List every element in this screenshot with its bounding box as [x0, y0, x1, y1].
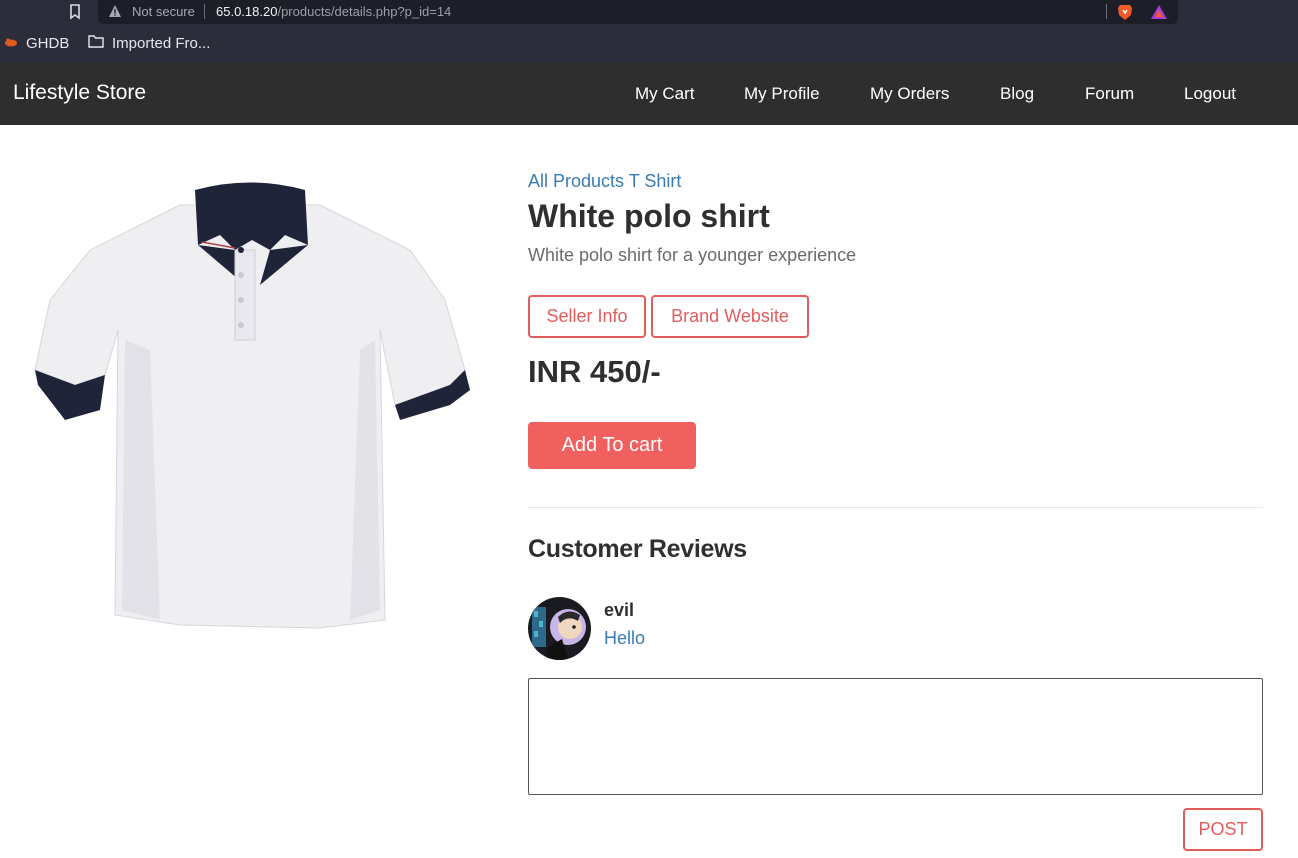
bookmark-ghdb[interactable]: GHDB	[4, 34, 69, 52]
nav-forum[interactable]: Forum	[1085, 84, 1134, 104]
product-image	[30, 180, 475, 640]
reviews-heading: Customer Reviews	[528, 535, 747, 563]
avatar	[528, 597, 591, 660]
warning-icon	[108, 4, 122, 18]
url-separator-right	[1106, 4, 1107, 19]
post-review-button[interactable]: POST	[1183, 808, 1263, 851]
bookmark-label: GHDB	[26, 34, 70, 52]
section-divider	[528, 507, 1263, 508]
nav-my-profile[interactable]: My Profile	[744, 84, 820, 104]
folder-icon	[88, 34, 104, 52]
url-host: 65.0.18.20	[216, 4, 278, 19]
bookmark-imported-folder[interactable]: Imported Fro...	[88, 34, 210, 52]
review-username: evil	[604, 600, 635, 620]
not-secure-label: Not secure	[132, 4, 195, 19]
seller-info-button[interactable]: Seller Info	[528, 295, 646, 338]
brand-logo[interactable]: Lifestyle Store	[13, 81, 146, 105]
url-text: 65.0.18.20/products/details.php?p_id=14	[216, 4, 451, 19]
address-bar[interactable]: Not secure 65.0.18.20/products/details.p…	[98, 0, 1178, 24]
nav-logout[interactable]: Logout	[1184, 84, 1236, 104]
review-text: Hello	[604, 628, 646, 648]
brand-website-button[interactable]: Brand Website	[651, 295, 809, 338]
bookmark-icon[interactable]	[68, 3, 82, 21]
add-to-cart-button[interactable]: Add To cart	[528, 422, 696, 469]
product-price: INR 450/-	[528, 354, 661, 389]
nav-my-orders[interactable]: My Orders	[870, 84, 949, 104]
nav-my-cart[interactable]: My Cart	[635, 84, 695, 104]
url-separator	[204, 4, 205, 19]
rewards-triangle-icon[interactable]	[1150, 3, 1168, 21]
product-title: White polo shirt	[528, 198, 770, 234]
site-navbar: Lifestyle Store My Cart My Profile My Or…	[0, 62, 1298, 125]
brave-shield-icon[interactable]	[1116, 3, 1134, 21]
nav-blog[interactable]: Blog	[1000, 84, 1034, 104]
product-description: White polo shirt for a younger experienc…	[528, 245, 857, 265]
breadcrumb[interactable]: All Products T Shirt	[528, 171, 681, 192]
browser-toolbar: Not secure 65.0.18.20/products/details.p…	[0, 0, 1298, 25]
bookmark-label: Imported Fro...	[112, 34, 211, 52]
bookmarks-bar: GHDB Imported Fro...	[0, 25, 1298, 62]
review-input[interactable]	[528, 678, 1263, 795]
url-path: /products/details.php?p_id=14	[277, 4, 452, 19]
ghdb-icon	[4, 35, 18, 52]
